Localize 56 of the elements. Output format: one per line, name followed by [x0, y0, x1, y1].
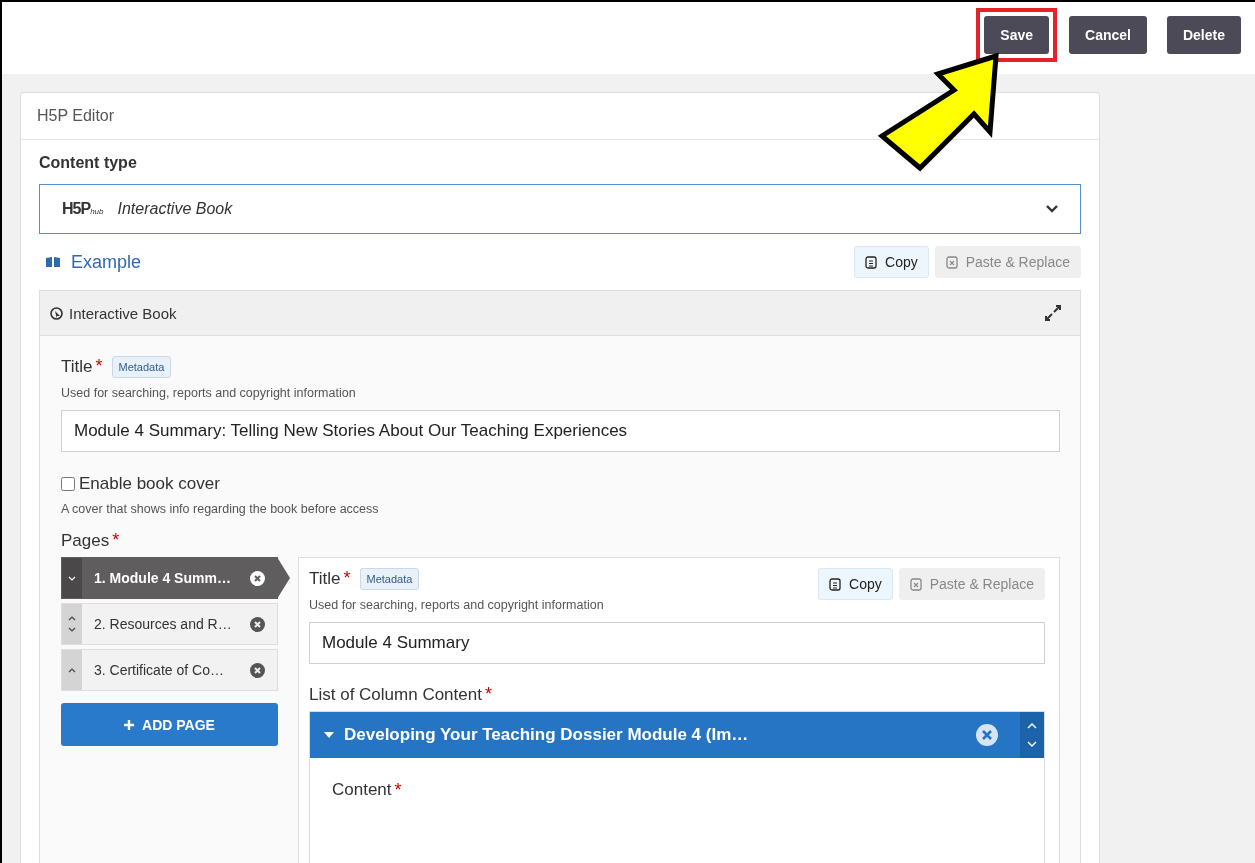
checkbox[interactable] [61, 477, 75, 491]
page-title-input[interactable]: Module 4 Summary [309, 622, 1045, 664]
group-title: Interactive Book [69, 304, 178, 322]
list-item-title: Developing Your Teaching Dossier Module 4 (Im… [344, 725, 750, 745]
book-icon [45, 256, 61, 268]
up-down-arrows-icon[interactable] [1027, 722, 1037, 748]
checkbox-label: Enable book cover [79, 474, 220, 494]
metadata-button[interactable]: Metadata [359, 568, 420, 590]
field-description: Used for searching, reports and copyright information [61, 386, 357, 400]
top-action-button[interactable]: Save [984, 16, 1050, 54]
add-page-button[interactable]: ADD PAGE [61, 703, 278, 746]
metadata-button[interactable]: Metadata [111, 356, 172, 378]
required-mark: * [95, 356, 103, 377]
page-item[interactable]: 3. Certificate of Co… [61, 649, 278, 691]
field-label: Title [309, 569, 341, 589]
required-mark: * [343, 568, 351, 589]
required-mark: * [484, 684, 492, 705]
move-up-icon[interactable] [68, 616, 76, 621]
content-type-selector[interactable]: H5Phub Interactive Book [39, 184, 1081, 234]
list-item-header[interactable]: Developing Your Teaching Dossier Module 4 (Im… [310, 712, 1044, 758]
reorder-control[interactable] [1020, 712, 1044, 758]
move-down-icon[interactable] [68, 627, 76, 632]
field-label: List of Column Content [309, 684, 482, 705]
clipboard-button[interactable]: Copy [818, 568, 893, 600]
group-header[interactable]: Interactive Book [40, 291, 1080, 336]
clipboard-icon [909, 577, 922, 591]
remove-icon[interactable] [250, 616, 265, 632]
example-link[interactable]: Example [45, 251, 142, 273]
required-mark: * [112, 530, 120, 551]
remove-icon[interactable] [976, 724, 998, 746]
field-label: Pages [61, 530, 110, 551]
pointer-icon [50, 306, 63, 320]
plus-icon [124, 719, 135, 730]
top-action-button[interactable]: Delete [1166, 16, 1241, 54]
required-mark: * [394, 780, 402, 801]
field-label: Title [61, 357, 93, 377]
page-item[interactable]: 2. Resources and R… [61, 603, 278, 645]
title-input[interactable]: Module 4 Summary: Telling New Stories About Our Teaching Experiences [61, 410, 1060, 452]
field-description: A cover that shows info regarding the book before access [61, 502, 380, 516]
move-up-icon[interactable] [68, 667, 76, 673]
clipboard-icon [829, 577, 841, 591]
field-label: Content [332, 780, 392, 801]
hub-logo: H5Phub [62, 200, 104, 218]
top-action-button[interactable]: Cancel [1069, 16, 1147, 54]
clipboard-button[interactable]: Copy [854, 246, 929, 278]
clipboard-icon [865, 255, 877, 269]
page-title: 2. Resources and R… [93, 616, 233, 632]
clipboard-icon [945, 255, 958, 269]
page-title: 1. Module 4 Summ… [93, 570, 232, 586]
remove-icon[interactable] [250, 570, 265, 586]
expand-icon[interactable] [1044, 304, 1062, 322]
content-type-name: Interactive Book [117, 200, 234, 218]
field-description: Used for searching, reports and copyright information [309, 598, 604, 612]
page-title: 3. Certificate of Co… [93, 662, 225, 678]
field-label: Content type [39, 154, 138, 172]
remove-icon[interactable] [250, 662, 265, 678]
